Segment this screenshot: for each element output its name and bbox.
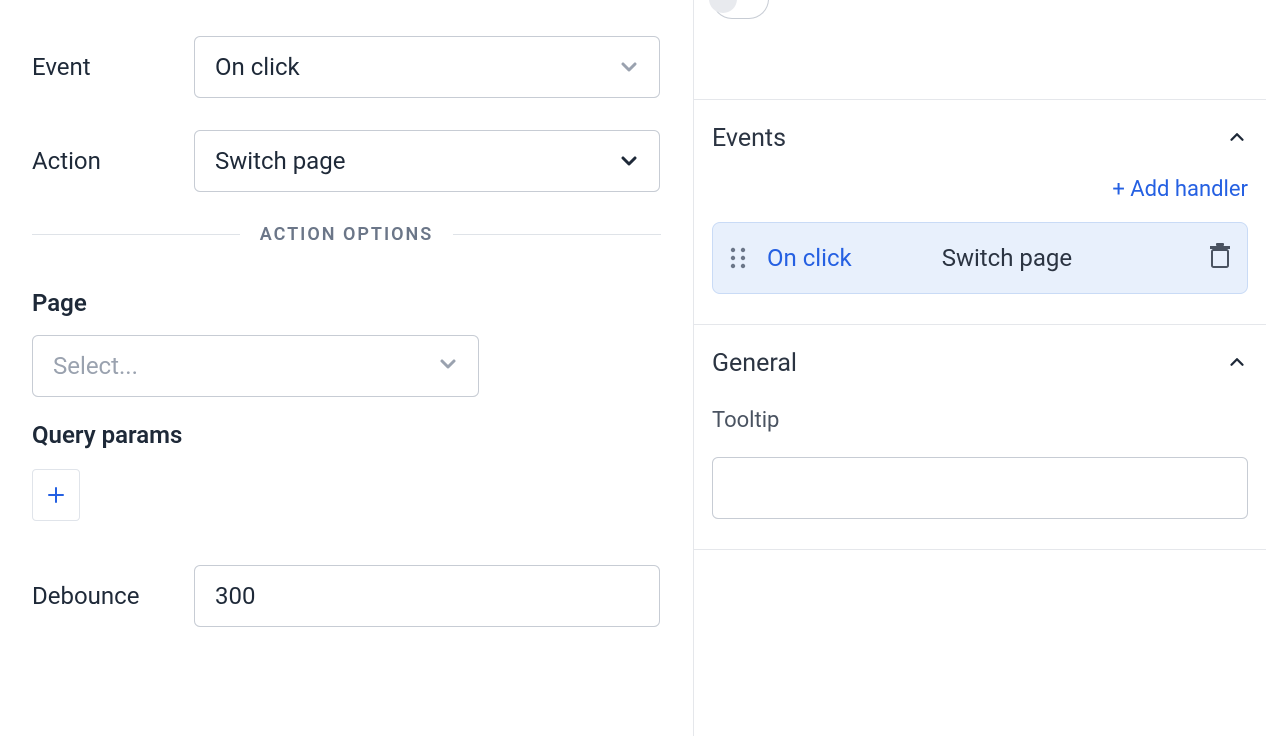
handler-event-name: On click (767, 244, 852, 272)
handler-config-pane: Event On click Action Switch page ACTION… (0, 0, 693, 736)
event-select-value: On click (195, 53, 300, 81)
chevron-down-icon (617, 55, 641, 79)
page-select[interactable]: Select... (32, 335, 479, 397)
action-select-value: Switch page (195, 147, 345, 175)
divider-line (453, 234, 661, 235)
chevron-up-icon (1226, 126, 1248, 152)
action-options-header: ACTION OPTIONS (240, 224, 454, 245)
action-options-divider: ACTION OPTIONS (32, 224, 661, 245)
app-layout: Event On click Action Switch page ACTION… (0, 0, 1266, 736)
chevron-up-icon (1226, 351, 1248, 377)
page-label: Page (32, 289, 661, 317)
divider-line (32, 234, 240, 235)
events-section-title: Events (712, 124, 786, 153)
inspector-top-area (694, 0, 1266, 100)
action-label: Action (32, 147, 194, 175)
tooltip-label: Tooltip (712, 408, 1248, 433)
delete-handler-button[interactable] (1209, 243, 1231, 273)
toggle-switch[interactable] (712, 0, 769, 19)
events-section-header[interactable]: Events (712, 124, 1248, 153)
debounce-value: 300 (215, 582, 255, 610)
chevron-down-icon (436, 352, 460, 380)
debounce-label: Debounce (32, 582, 194, 610)
action-row: Action Switch page (32, 130, 661, 192)
debounce-row: Debounce 300 (32, 565, 661, 627)
general-section-title: General (712, 349, 797, 378)
events-section: Events + Add handler On (694, 100, 1266, 325)
drag-handle-icon[interactable] (729, 245, 747, 271)
add-query-param-button[interactable] (32, 469, 80, 521)
query-params-label: Query params (32, 421, 661, 449)
chevron-down-icon (617, 149, 641, 173)
event-select[interactable]: On click (194, 36, 660, 98)
add-handler-button[interactable]: + Add handler (712, 177, 1248, 202)
event-label: Event (32, 53, 194, 81)
plus-icon (47, 486, 65, 504)
action-select[interactable]: Switch page (194, 130, 660, 192)
handler-action-name: Switch page (942, 244, 1209, 272)
inspector-pane: Events + Add handler On (693, 0, 1266, 736)
general-section-header[interactable]: General (712, 349, 1248, 378)
page-select-placeholder: Select... (33, 352, 138, 380)
trash-icon (1209, 243, 1231, 273)
event-row: Event On click (32, 36, 661, 98)
general-section: General Tooltip (694, 325, 1266, 550)
handler-card[interactable]: On click Switch page (712, 222, 1248, 294)
tooltip-input[interactable] (712, 457, 1248, 519)
debounce-input[interactable]: 300 (194, 565, 660, 627)
